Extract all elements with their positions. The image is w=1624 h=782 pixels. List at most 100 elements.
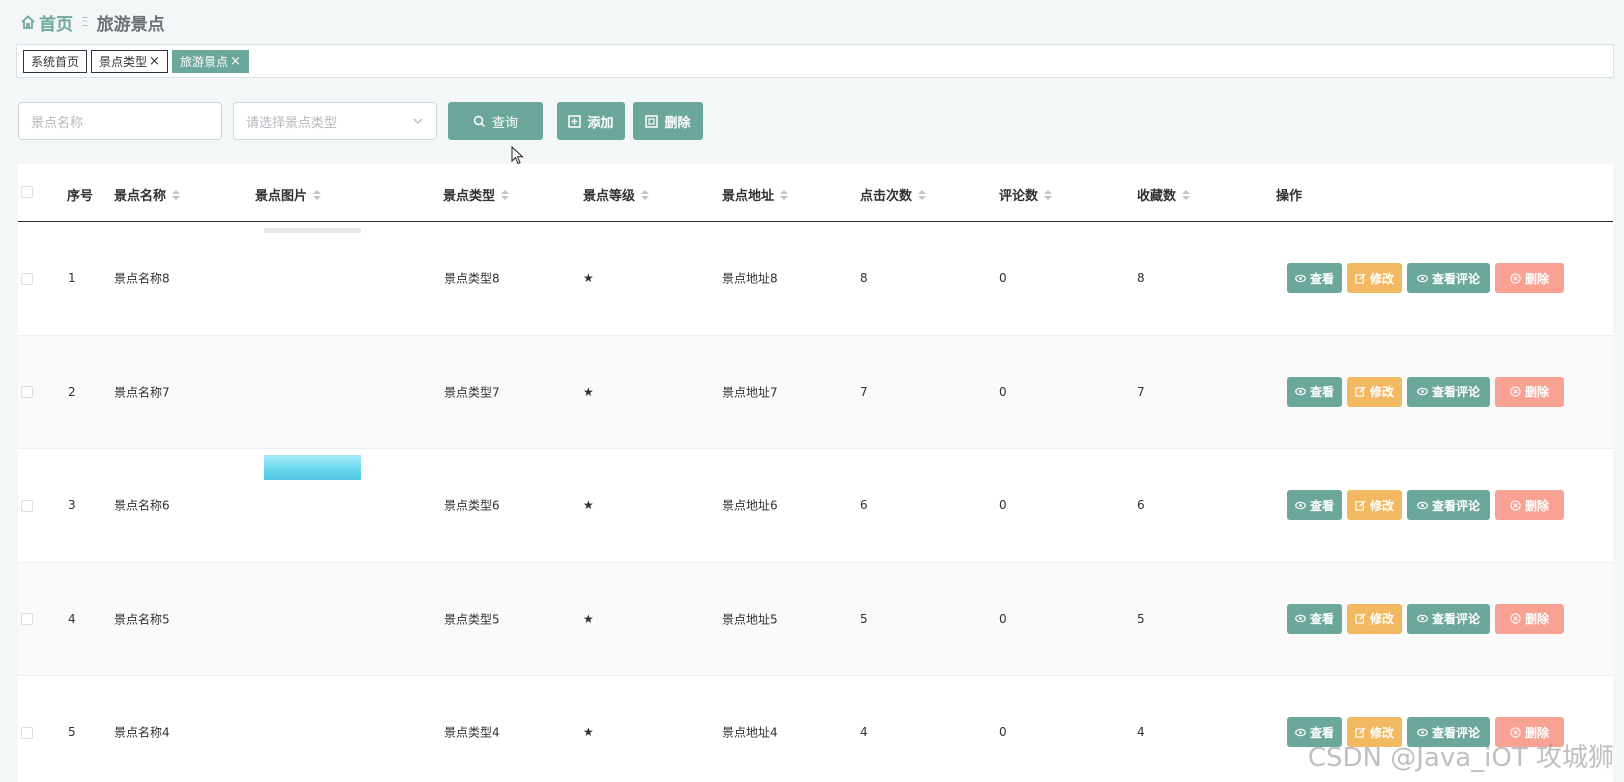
tag-item[interactable]: 景点类型 × xyxy=(91,49,168,73)
header-address[interactable]: 景点地址 xyxy=(722,185,789,204)
tag-item[interactable]: 旅游景点 × xyxy=(171,49,249,73)
cell-comments: 0 xyxy=(999,725,1007,740)
cell-clicks: 6 xyxy=(860,498,868,513)
view-button-label: 查看 xyxy=(1309,271,1334,286)
breadcrumb-home-label: 首页 xyxy=(39,14,73,35)
cell-comments: 0 xyxy=(999,611,1007,626)
header-name-label: 景点名称 xyxy=(114,189,167,204)
spot-type-select[interactable]: 请选择景点类型 xyxy=(233,102,437,140)
row-actions: 查看 修改 查看评论 删除 xyxy=(1287,263,1564,294)
cell-type: 景点类型4 xyxy=(444,725,500,740)
cell-name: 景点名称5 xyxy=(114,612,170,627)
spot-name-input[interactable]: 景点名称 xyxy=(18,102,222,140)
table-header: 序号 景点名称 景点图片 景点类型 景点等级 景点地址 点击次数 评论数 收藏数… xyxy=(18,164,1613,222)
sort-icon[interactable] xyxy=(780,189,789,200)
row-checkbox[interactable] xyxy=(21,499,33,512)
view-button-label: 查看 xyxy=(1309,612,1334,627)
spot-type-placeholder: 请选择景点类型 xyxy=(246,115,338,131)
header-clicks[interactable]: 点击次数 xyxy=(860,185,927,204)
header-type[interactable]: 景点类型 xyxy=(443,185,510,204)
table-row: 4 景点名称5 景点类型5 ★ 景点地址5 5 0 5 查看 修改 查看评论 删除 xyxy=(18,562,1613,676)
tag-label: 景点类型 xyxy=(99,54,148,69)
cell-level: ★ xyxy=(583,498,594,513)
cell-favorites: 4 xyxy=(1137,725,1145,740)
select-all-checkbox[interactable] xyxy=(21,186,33,198)
view-comments-button-label: 查看评论 xyxy=(1431,612,1480,627)
close-circle-icon xyxy=(1510,273,1521,284)
view-comments-button-label: 查看评论 xyxy=(1431,271,1480,286)
row-actions: 查看 修改 查看评论 删除 xyxy=(1287,603,1564,634)
eye-icon xyxy=(1295,500,1306,511)
close-circle-icon xyxy=(1510,613,1521,624)
breadcrumb-current: 旅游景点 xyxy=(96,14,165,35)
tags-bar: 系统首页 景点类型 × 旅游景点 × xyxy=(16,44,1614,78)
cell-comments: 0 xyxy=(999,498,1007,513)
edit-button-label: 修改 xyxy=(1369,271,1394,286)
cell-type: 景点类型5 xyxy=(444,612,500,627)
cell-name: 景点名称8 xyxy=(114,271,170,286)
row-checkbox[interactable] xyxy=(21,613,33,626)
edit-icon xyxy=(1355,613,1366,624)
edit-button[interactable]: 修改 xyxy=(1347,376,1402,407)
view-comments-button[interactable]: 查看评论 xyxy=(1407,376,1490,407)
header-type-label: 景点类型 xyxy=(443,189,496,204)
cell-name: 景点名称4 xyxy=(114,725,170,740)
sort-icon[interactable] xyxy=(501,189,510,200)
eye-icon xyxy=(1295,613,1306,624)
cell-address: 景点地址8 xyxy=(722,271,778,286)
sort-icon[interactable] xyxy=(641,189,650,200)
sort-icon[interactable] xyxy=(1044,189,1053,200)
view-comments-button[interactable]: 查看评论 xyxy=(1407,263,1490,294)
eye-icon xyxy=(1417,613,1428,624)
cell-level: ★ xyxy=(583,271,594,286)
breadcrumb-home[interactable]: 首页 xyxy=(20,10,73,35)
view-button[interactable]: 查看 xyxy=(1287,263,1342,294)
row-checkbox[interactable] xyxy=(21,726,33,739)
search-button-label: 查询 xyxy=(491,115,518,131)
edit-button[interactable]: 修改 xyxy=(1347,603,1402,634)
header-comments[interactable]: 评论数 xyxy=(999,185,1053,204)
sort-icon[interactable] xyxy=(1182,189,1191,200)
spot-image-thumbnail[interactable] xyxy=(264,228,361,233)
header-level[interactable]: 景点等级 xyxy=(583,185,650,204)
search-button[interactable]: 查询 xyxy=(448,102,543,140)
delete-button[interactable]: 删除 xyxy=(1495,376,1564,407)
spot-name-placeholder: 景点名称 xyxy=(31,115,84,131)
header-favorites[interactable]: 收藏数 xyxy=(1137,185,1191,204)
delete-button[interactable]: 删除 xyxy=(1495,263,1564,294)
cell-level: ★ xyxy=(583,725,594,740)
delete-button[interactable]: 删除 xyxy=(1495,603,1564,634)
edit-button[interactable]: 修改 xyxy=(1347,263,1402,294)
cell-level: ★ xyxy=(583,611,594,626)
add-button[interactable]: 添加 xyxy=(557,102,625,140)
view-button[interactable]: 查看 xyxy=(1287,490,1342,521)
sort-icon[interactable] xyxy=(918,189,927,200)
tag-close-icon[interactable]: × xyxy=(230,54,241,69)
header-actions: 操作 xyxy=(1276,185,1302,204)
cell-clicks: 8 xyxy=(860,271,868,286)
tag-item[interactable]: 系统首页 xyxy=(23,49,88,73)
search-icon xyxy=(473,115,486,127)
spot-image-thumbnail[interactable] xyxy=(264,455,361,480)
table-row: 1 景点名称8 景点类型8 ★ 景点地址8 8 0 8 查看 修改 查看评论 删除 xyxy=(18,222,1613,336)
add-button-label: 添加 xyxy=(587,115,614,131)
edit-button[interactable]: 修改 xyxy=(1347,490,1402,521)
view-comments-button-label: 查看评论 xyxy=(1431,498,1480,513)
delete-button[interactable]: 删除 xyxy=(1495,490,1564,521)
tag-close-icon[interactable]: × xyxy=(149,54,160,69)
sort-icon[interactable] xyxy=(172,189,181,200)
delete-button-label: 删除 xyxy=(1524,385,1549,400)
eye-icon xyxy=(1295,386,1306,397)
header-image-label: 景点图片 xyxy=(255,189,308,204)
view-button[interactable]: 查看 xyxy=(1287,376,1342,407)
view-comments-button[interactable]: 查看评论 xyxy=(1407,490,1490,521)
header-name[interactable]: 景点名称 xyxy=(114,185,181,204)
row-checkbox[interactable] xyxy=(21,272,33,285)
row-checkbox[interactable] xyxy=(21,386,33,399)
header-image[interactable]: 景点图片 xyxy=(255,185,322,204)
sort-icon[interactable] xyxy=(313,189,322,200)
cell-clicks: 7 xyxy=(860,384,868,399)
view-button[interactable]: 查看 xyxy=(1287,603,1342,634)
view-comments-button[interactable]: 查看评论 xyxy=(1407,603,1490,634)
batch-delete-button[interactable]: 删除 xyxy=(633,102,703,140)
